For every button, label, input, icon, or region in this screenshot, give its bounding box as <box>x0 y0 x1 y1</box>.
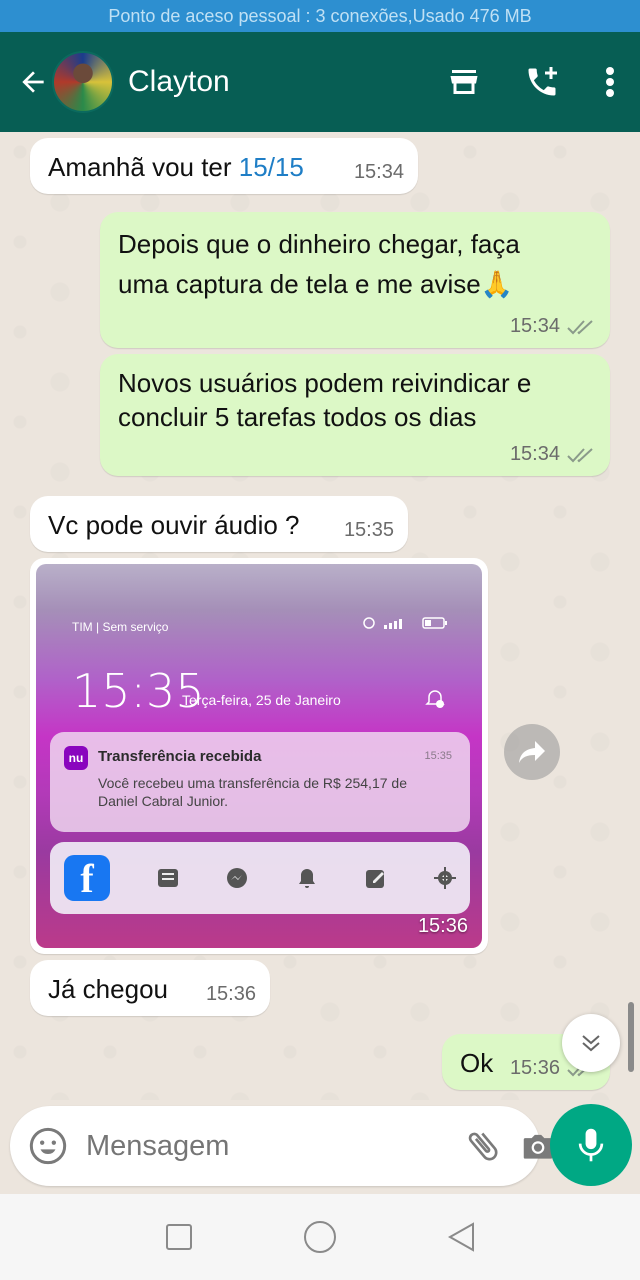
message-time: 15:34 <box>510 315 596 338</box>
message-text: Novos usuários podem reivindicar e concl… <box>118 368 532 432</box>
more-vertical-icon <box>606 67 614 97</box>
paperclip-icon <box>468 1132 498 1161</box>
back-triangle-icon[interactable] <box>447 1222 475 1252</box>
recents-square-icon[interactable] <box>165 1223 193 1251</box>
message-time: 15:34 <box>353 161 404 183</box>
notification-time: 15:35 <box>424 750 452 762</box>
chevron-double-down-icon <box>582 1035 600 1052</box>
contact-name[interactable]: Clayton <box>128 65 418 99</box>
share-arrow-icon <box>519 741 545 763</box>
microphone-icon <box>578 1128 604 1162</box>
scroll-down-button[interactable] <box>562 1014 620 1072</box>
message-link[interactable]: 15/15 <box>239 152 304 182</box>
nubank-icon: nu <box>64 746 88 770</box>
lockscreen-clock: 15:35 <box>72 664 205 718</box>
emoji-button[interactable] <box>28 1126 68 1166</box>
message-input-bar <box>10 1106 553 1186</box>
avatar[interactable] <box>52 51 114 113</box>
image-message[interactable]: TIM | Sem serviço 15:35 Terça-feira, 25 … <box>30 558 488 954</box>
chat-area[interactable]: Amanhã vou ter 15/15 15:34 Depois que o … <box>0 132 640 1100</box>
arrow-left-icon <box>22 71 44 93</box>
signal-icon <box>384 619 402 629</box>
home-circle-icon[interactable] <box>303 1220 337 1254</box>
notification-body: Você recebeu uma transferência de R$ 254… <box>98 775 407 809</box>
add-call-button[interactable] <box>510 50 574 114</box>
facebook-icon: f <box>64 855 110 901</box>
carrier-text: TIM | Sem serviço <box>72 620 169 634</box>
notification-card: nu Transferência recebida 15:35 Você rec… <box>50 732 470 832</box>
message-text: Depois que o dinheiro chegar, faça uma c… <box>118 229 520 299</box>
attach-button[interactable] <box>463 1124 503 1168</box>
store-button[interactable] <box>432 50 496 114</box>
alarm-icon <box>363 617 375 629</box>
lockscreen-date: Terça-feira, 25 de Janeiro <box>182 692 341 708</box>
chat-header: Clayton <box>0 32 640 132</box>
scrollbar[interactable] <box>628 1002 634 1072</box>
message-time: 15:36 <box>417 915 468 937</box>
phone-status-icons <box>362 616 448 630</box>
gear-icon <box>433 867 456 889</box>
double-check-icon <box>567 319 593 334</box>
message-bubble[interactable]: Novos usuários podem reivindicar e concl… <box>100 354 610 476</box>
back-button[interactable] <box>8 57 58 107</box>
message-time: 15:36 <box>205 983 256 1005</box>
message-text: Ok <box>460 1048 494 1078</box>
store-icon <box>450 70 478 94</box>
message-input[interactable] <box>86 1129 463 1163</box>
phone-add-icon <box>528 67 557 96</box>
news-icon <box>157 867 179 889</box>
message-text: Amanhã vou ter <box>48 152 239 182</box>
message-bubble[interactable]: Amanhã vou ter 15/15 15:34 <box>30 138 418 194</box>
battery-icon <box>422 617 447 629</box>
status-bar-text: Ponto de aceso pessoal : 3 conexões,Usad… <box>108 6 532 26</box>
message-bubble[interactable]: Já chegou 15:36 <box>30 960 270 1016</box>
notification-title: Transferência recebida <box>98 748 262 765</box>
system-nav-bar <box>0 1194 640 1280</box>
screenshot-image[interactable]: TIM | Sem serviço 15:35 Terça-feira, 25 … <box>36 564 482 948</box>
message-text: Vc pode ouvir áudio ? <box>48 510 300 540</box>
more-options-button[interactable] <box>588 50 632 114</box>
message-time: 15:34 <box>510 443 596 466</box>
double-check-icon <box>567 447 593 462</box>
status-bar: Ponto de aceso pessoal : 3 conexões,Usad… <box>0 0 640 32</box>
edit-icon <box>365 867 387 889</box>
messenger-icon <box>226 867 248 889</box>
message-time: 15:35 <box>343 519 394 541</box>
message-text: Já chegou <box>48 974 168 1004</box>
message-bubble[interactable]: Depois que o dinheiro chegar, faça uma c… <box>100 212 610 348</box>
quick-dock: f <box>50 842 470 914</box>
mic-button[interactable] <box>550 1104 632 1186</box>
bell-icon <box>296 867 318 889</box>
message-bubble[interactable]: Vc pode ouvir áudio ? 15:35 <box>30 496 408 552</box>
forward-button[interactable] <box>504 724 560 780</box>
smiley-icon <box>29 1127 67 1165</box>
pray-emoji-icon: 🙏 <box>480 269 514 299</box>
alarm-settings-icon <box>425 690 445 708</box>
